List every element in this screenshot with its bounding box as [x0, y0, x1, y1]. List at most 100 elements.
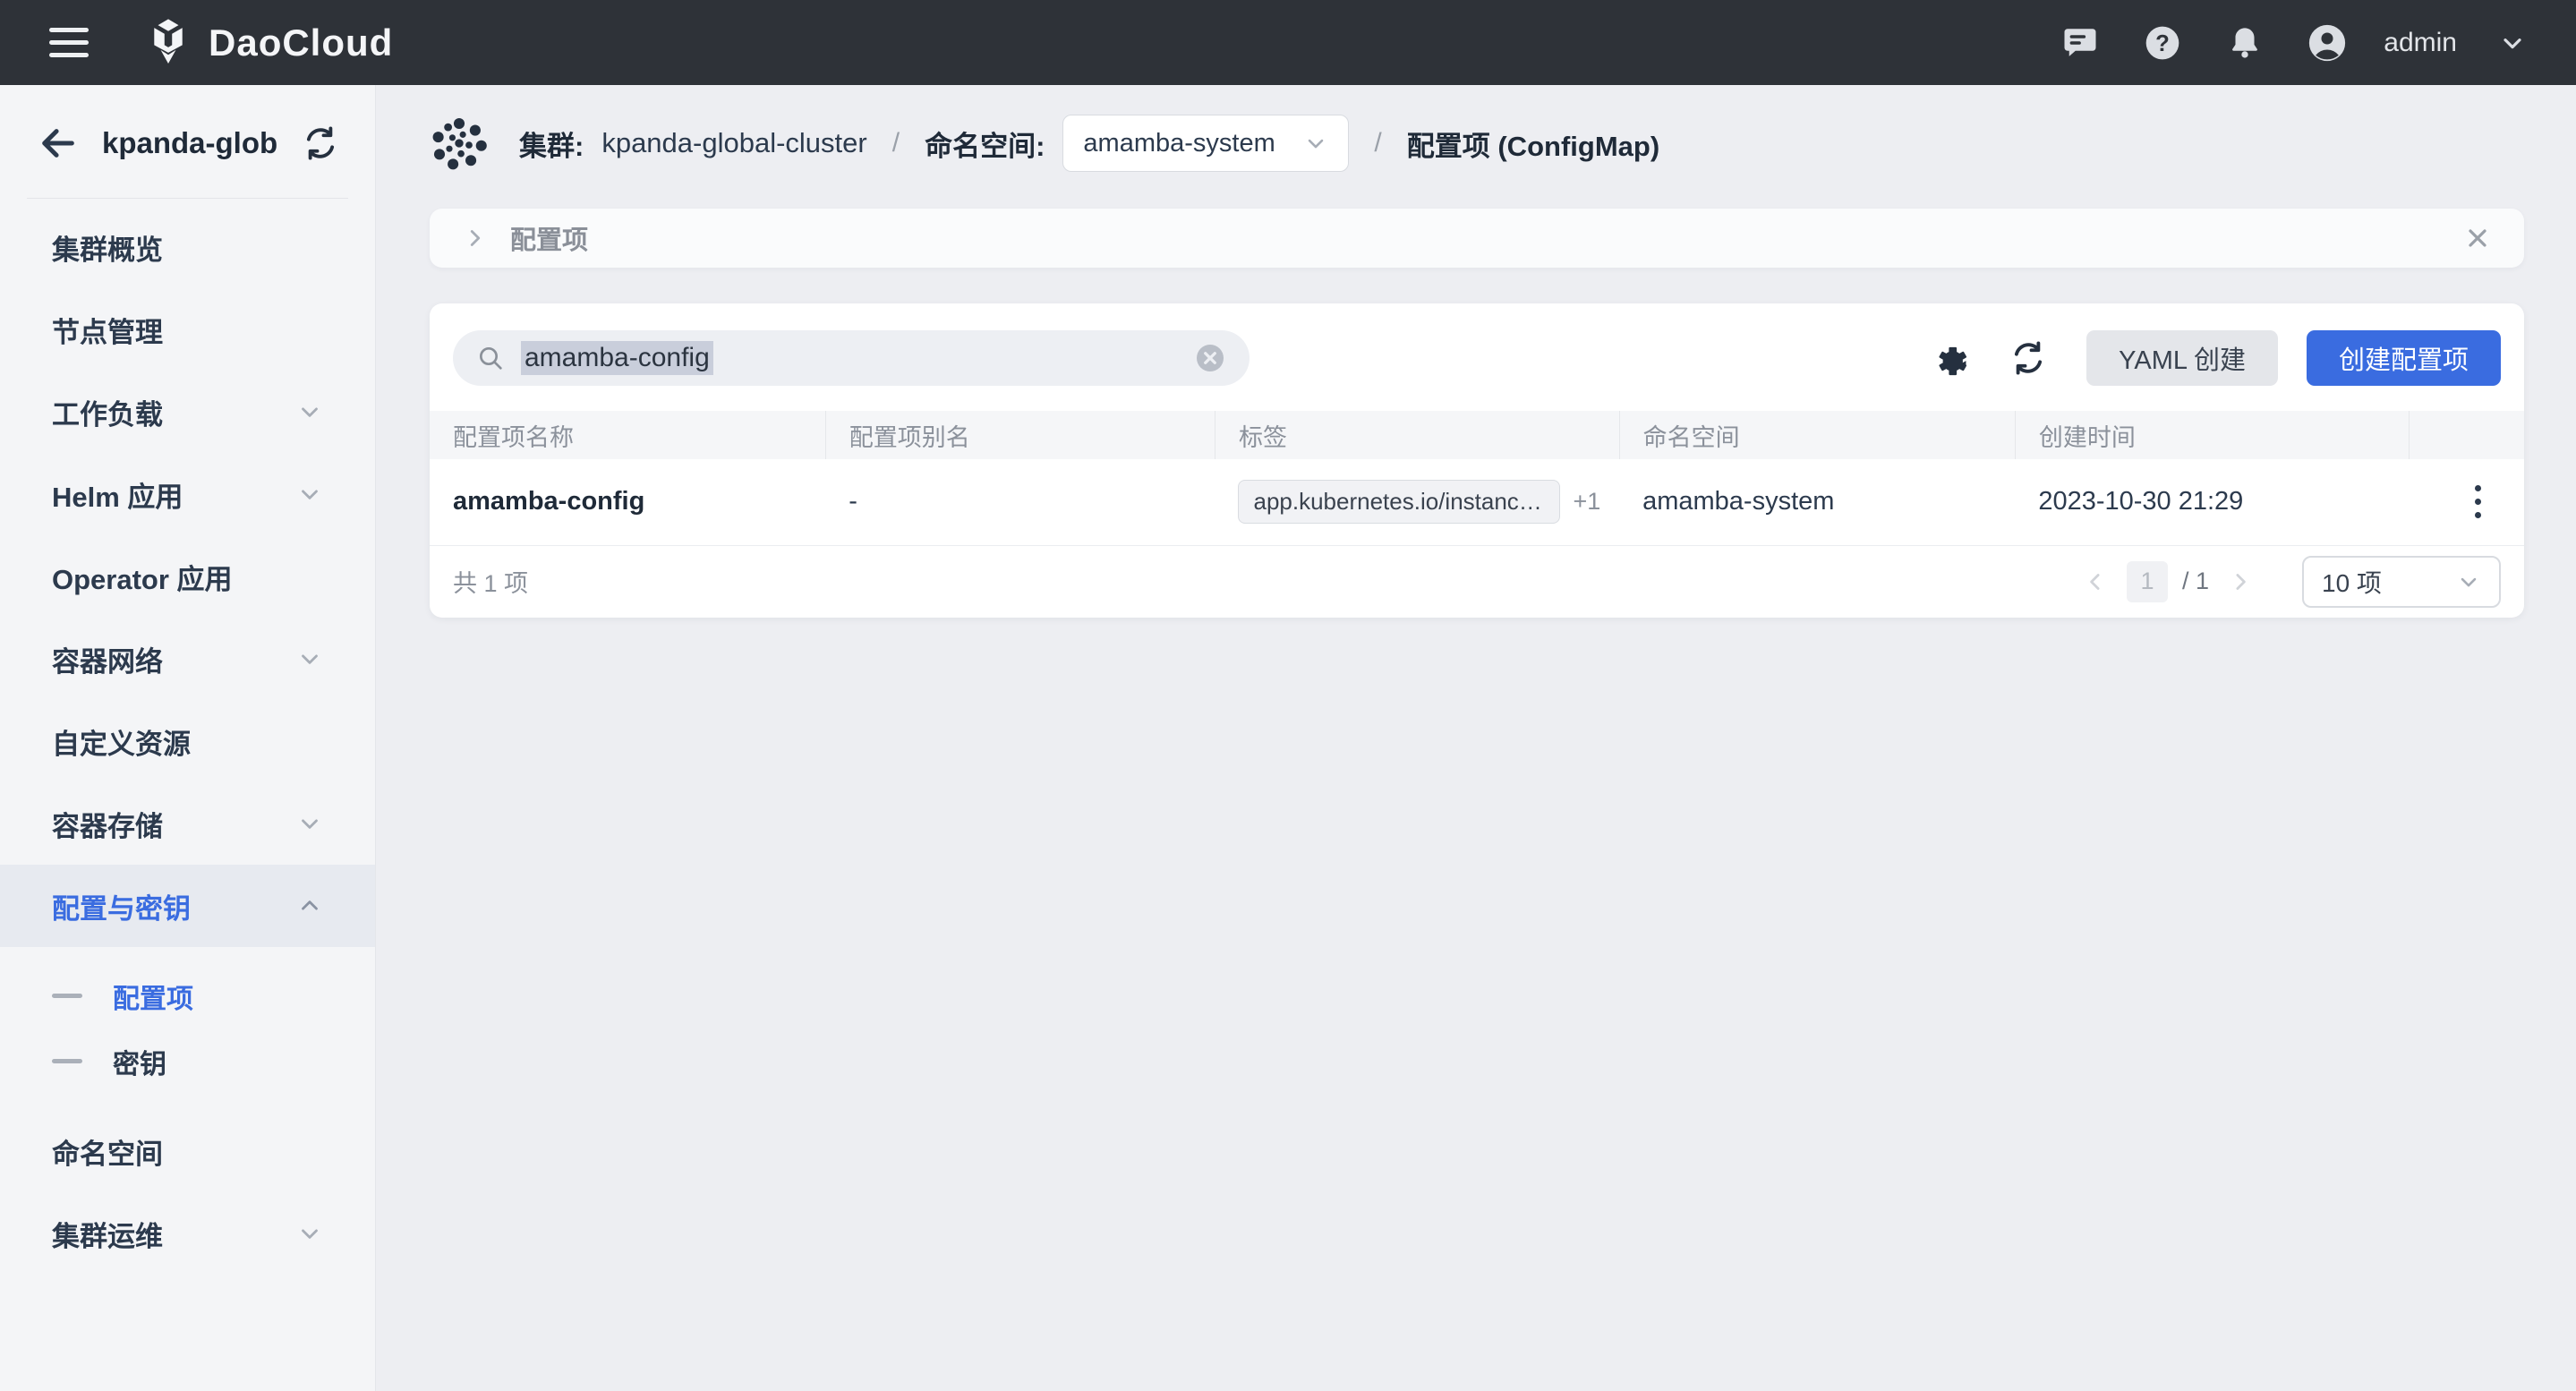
table-header-row: 配置项名称 配置项别名 标签 命名空间 创建时间: [430, 411, 2524, 459]
sidebar-menu: 集群概览 节点管理 工作负载 Helm 应用 Operator 应用: [0, 206, 375, 1275]
close-icon[interactable]: [2463, 224, 2492, 252]
user-menu-chevron-icon[interactable]: [2498, 29, 2527, 57]
yaml-create-button[interactable]: YAML 创建: [2086, 330, 2278, 386]
chevron-down-icon: [296, 398, 323, 425]
chevron-down-icon: [2456, 569, 2481, 594]
table-row: amamba-config - app.kubernetes.io/instan…: [430, 459, 2524, 545]
sidebar-item-label: 容器存储: [52, 804, 163, 844]
configmap-table: 配置项名称 配置项别名 标签 命名空间 创建时间 amamba-config -: [430, 411, 2524, 546]
label-chip[interactable]: app.kubernetes.io/instance:a...: [1238, 480, 1560, 524]
chevron-right-icon: [462, 225, 489, 252]
notification-bell-icon[interactable]: [2224, 22, 2265, 64]
sidebar-item-container-network[interactable]: 容器网络: [0, 618, 375, 700]
sidebar-item-label: 集群运维: [52, 1214, 163, 1254]
breadcrumb-cluster-value[interactable]: kpanda-global-cluster: [601, 127, 866, 159]
configmap-alias: -: [825, 459, 1215, 545]
table-footer: 共 1 项 1 / 1 10 项: [430, 546, 2524, 618]
column-header-name: 配置项名称: [430, 411, 825, 459]
sidebar-item-workloads[interactable]: 工作负载: [0, 371, 375, 453]
brand-logo[interactable]: DaoCloud: [142, 17, 393, 69]
feedback-icon[interactable]: [2060, 22, 2101, 64]
table-settings-gear-icon[interactable]: [1932, 339, 1970, 377]
sidebar-item-label: 命名空间: [52, 1131, 163, 1172]
daocloud-cube-icon: [142, 17, 194, 69]
subitem-dash-icon: [52, 994, 82, 998]
topbar: DaoCloud ?: [0, 0, 2576, 85]
sidebar-item-label: 节点管理: [52, 310, 163, 350]
configmap-created-at: 2023-10-30 21:29: [2015, 459, 2409, 545]
configmap-collapse-panel[interactable]: 配置项: [430, 209, 2524, 268]
column-header-created: 创建时间: [2015, 411, 2409, 459]
user-avatar[interactable]: [2307, 22, 2348, 64]
page-size-value: 10 项: [2322, 564, 2382, 600]
sidebar-item-label: 集群概览: [52, 227, 163, 268]
pagination: 1 / 1 10 项: [2078, 556, 2501, 608]
subitem-dash-icon: [52, 1059, 82, 1063]
sidebar-item-custom-resources[interactable]: 自定义资源: [0, 700, 375, 782]
sidebar-item-operator-apps[interactable]: Operator 应用: [0, 535, 375, 618]
column-header-alias: 配置项别名: [825, 411, 1215, 459]
column-header-actions: [2409, 411, 2524, 459]
search-icon: [476, 344, 505, 372]
current-page-input[interactable]: 1: [2127, 561, 2168, 602]
sidebar-item-label: 容器网络: [52, 639, 163, 679]
sidebar-divider: [27, 198, 348, 199]
sidebar-item-label: Helm 应用: [52, 474, 183, 515]
help-icon[interactable]: ?: [2142, 22, 2183, 64]
sidebar-item-config-and-secrets[interactable]: 配置与密钥: [0, 865, 375, 947]
username[interactable]: admin: [2384, 28, 2457, 58]
back-arrow-icon[interactable]: [38, 123, 79, 164]
sidebar-subitem-configmaps[interactable]: 配置项: [0, 963, 375, 1028]
cluster-dots-icon: [430, 114, 489, 173]
breadcrumb-cluster-label: 集群:: [519, 124, 584, 164]
sidebar-item-label: Operator 应用: [52, 557, 233, 597]
chevron-down-icon: [296, 1220, 323, 1247]
sidebar-item-container-storage[interactable]: 容器存储: [0, 782, 375, 865]
menu-toggle-icon[interactable]: [49, 28, 89, 57]
column-header-labels: 标签: [1215, 411, 1619, 459]
namespace-select[interactable]: amamba-system: [1062, 115, 1349, 172]
next-page-icon[interactable]: [2223, 565, 2257, 599]
label-more-count[interactable]: +1: [1573, 488, 1600, 516]
main-content: 集群: kpanda-global-cluster / 命名空间: amamba…: [376, 85, 2576, 1391]
sidebar-item-label: 工作负载: [52, 392, 163, 432]
sidebar: kpanda-global-cl... 集群概览 节点管理 工作负载: [0, 85, 376, 1391]
sidebar-subitem-label: 密钥: [113, 1042, 166, 1081]
configmap-list-card: amamba-config: [430, 303, 2524, 618]
breadcrumb-namespace-label: 命名空间:: [925, 124, 1045, 164]
chevron-down-icon: [296, 645, 323, 672]
namespace-select-value: amamba-system: [1083, 129, 1275, 158]
clear-search-icon[interactable]: [1194, 342, 1226, 374]
sidebar-item-cluster-overview[interactable]: 集群概览: [0, 206, 375, 288]
prev-page-icon[interactable]: [2078, 565, 2112, 599]
chevron-down-icon: [296, 481, 323, 508]
column-header-namespace: 命名空间: [1619, 411, 2015, 459]
create-configmap-button[interactable]: 创建配置项: [2307, 330, 2501, 386]
sidebar-item-node-management[interactable]: 节点管理: [0, 288, 375, 371]
sidebar-subitem-secrets[interactable]: 密钥: [0, 1028, 375, 1094]
breadcrumb-separator: /: [892, 128, 900, 158]
sidebar-item-cluster-ops[interactable]: 集群运维: [0, 1192, 375, 1275]
search-value: amamba-config: [521, 341, 713, 375]
current-cluster-name[interactable]: kpanda-global-cl...: [102, 126, 278, 160]
sidebar-item-label: 自定义资源: [52, 721, 191, 762]
sidebar-item-namespaces[interactable]: 命名空间: [0, 1110, 375, 1192]
sidebar-item-helm-apps[interactable]: Helm 应用: [0, 453, 375, 535]
total-count-label: 共 1 项: [453, 564, 528, 599]
refresh-icon[interactable]: [2009, 339, 2047, 377]
row-actions-kebab-icon[interactable]: [2432, 480, 2524, 524]
chevron-up-icon: [296, 892, 323, 919]
list-toolbar: amamba-config: [430, 303, 2524, 411]
svg-text:?: ?: [2155, 31, 2170, 56]
search-input[interactable]: amamba-config: [453, 330, 1250, 386]
breadcrumb: 集群: kpanda-global-cluster / 命名空间: amamba…: [376, 85, 2576, 198]
switch-cluster-icon[interactable]: [302, 124, 339, 162]
page-size-select[interactable]: 10 项: [2302, 556, 2501, 608]
chevron-down-icon: [1303, 131, 1328, 156]
chevron-down-icon: [296, 810, 323, 837]
sidebar-subitem-label: 配置项: [113, 977, 193, 1016]
page-total-label: / 1: [2182, 567, 2209, 595]
brand-name: DaoCloud: [209, 21, 393, 64]
panel-title: 配置项: [510, 219, 588, 257]
configmap-name-link[interactable]: amamba-config: [430, 459, 825, 545]
